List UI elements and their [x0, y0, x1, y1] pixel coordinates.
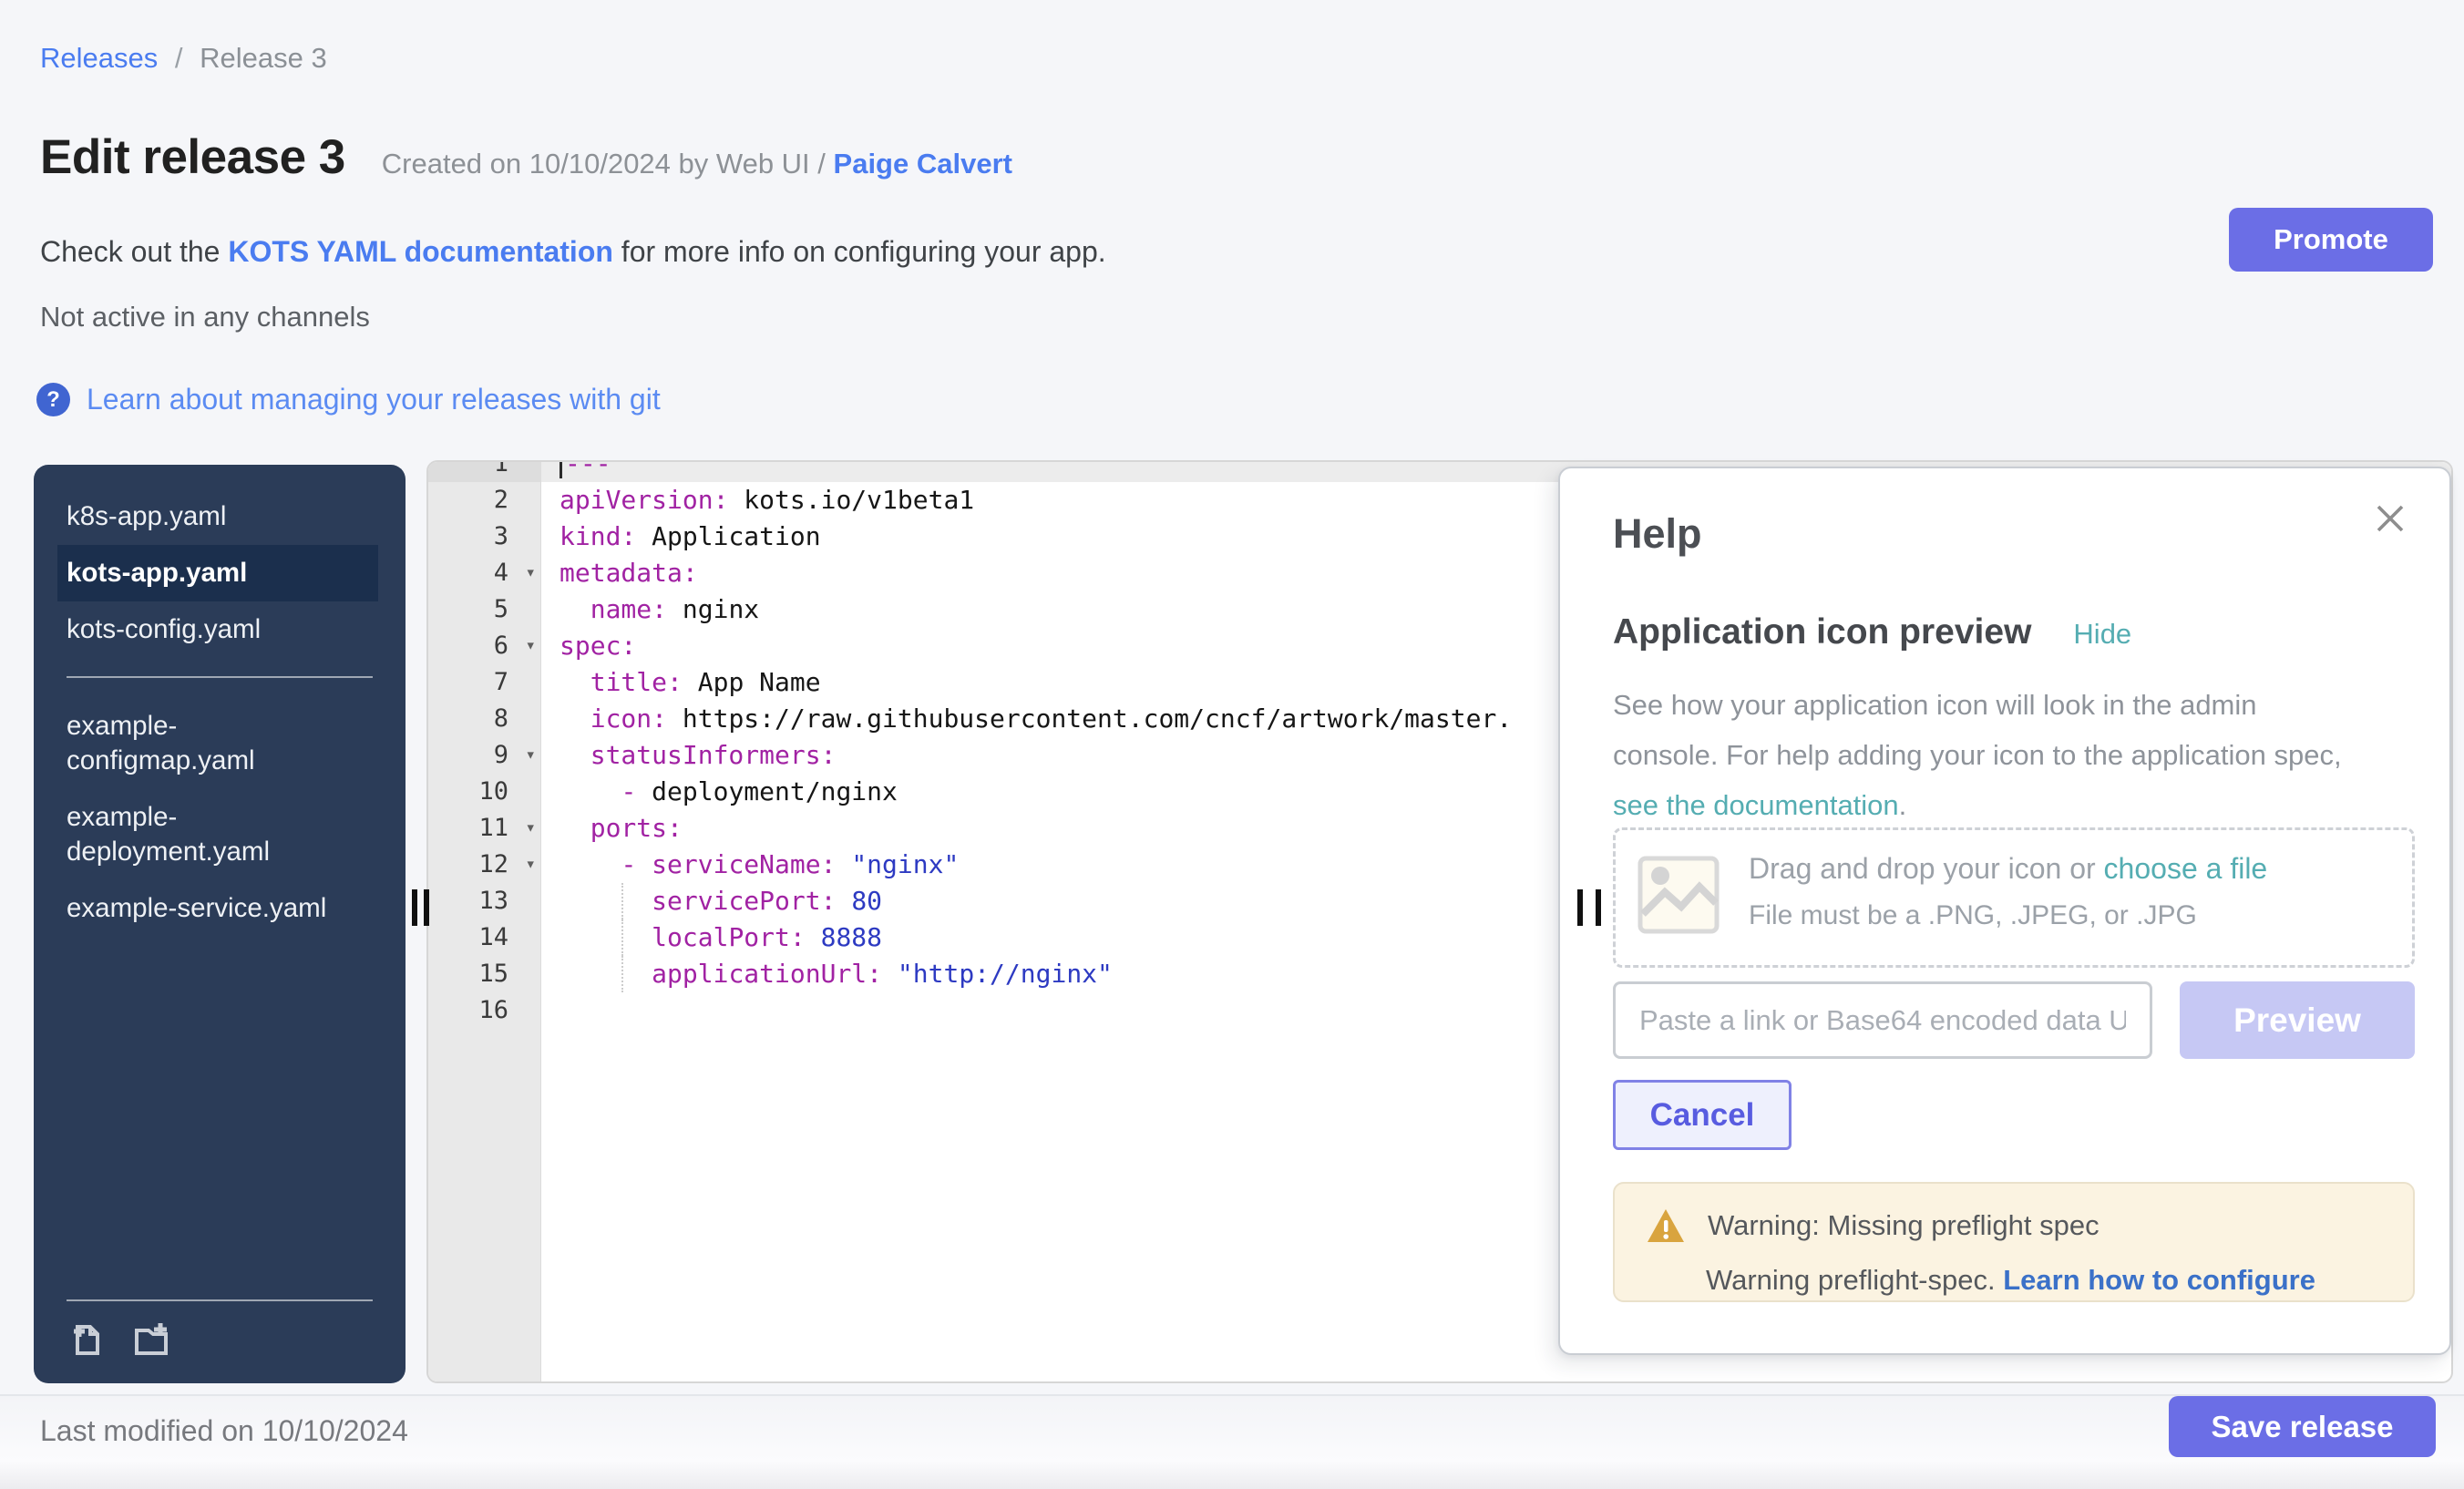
line-number: 11▾	[428, 810, 541, 847]
help-title: Help	[1613, 510, 1702, 558]
preview-button[interactable]: Preview	[2180, 981, 2415, 1059]
preflight-warning: Warning: Missing preflight spec Warning …	[1613, 1182, 2415, 1302]
question-icon: ?	[36, 383, 70, 416]
text-cursor	[560, 460, 562, 478]
line-number: 15	[428, 956, 541, 992]
line-number: 1	[428, 460, 541, 482]
warning-icon	[1646, 1207, 1686, 1244]
choose-file-link[interactable]: choose a file	[2104, 852, 2268, 885]
footer-bar: Last modified on 10/10/2024	[0, 1394, 2464, 1489]
help-panel: Help Application icon preview Hide See h…	[1558, 467, 2451, 1355]
add-folder-icon[interactable]	[132, 1320, 170, 1358]
chevron-down-icon[interactable]: ▾	[526, 736, 536, 773]
release-editor-page: Releases / Release 3 Edit release 3 Crea…	[0, 0, 2464, 1489]
created-info: Created on 10/10/2024 by Web UI / Paige …	[382, 148, 1012, 180]
line-number: 13	[428, 883, 541, 919]
line-number: 8	[428, 701, 541, 737]
channel-status: Not active in any channels	[40, 301, 370, 334]
chevron-down-icon[interactable]: ▾	[526, 554, 536, 590]
line-number: 5	[428, 591, 541, 628]
tree-divider	[67, 676, 373, 678]
file-tree-item[interactable]: kots-app.yaml	[57, 545, 378, 601]
git-help-link[interactable]: Learn about managing your releases with …	[87, 383, 661, 416]
last-modified: Last modified on 10/10/2024	[40, 1414, 408, 1448]
indent-guide	[621, 919, 623, 956]
page-title: Edit release 3	[40, 129, 345, 185]
line-number: 10	[428, 774, 541, 810]
warning-title: Warning: Missing preflight spec	[1708, 1209, 2100, 1242]
warning-body: Warning preflight-spec. Learn how to con…	[1706, 1264, 2413, 1297]
file-tree-item[interactable]: k8s-app.yaml	[34, 488, 406, 545]
add-file-icon[interactable]	[67, 1320, 105, 1358]
hide-link[interactable]: Hide	[2073, 618, 2131, 651]
icon-preview-title: Application icon preview	[1613, 612, 2031, 652]
line-number: 12▾	[428, 847, 541, 883]
file-name: example-configmap.yaml	[67, 709, 340, 778]
breadcrumb-current: Release 3	[200, 42, 327, 74]
file-name: k8s-app.yaml	[67, 499, 226, 534]
file-name: kots-app.yaml	[67, 556, 247, 590]
icon-dropzone[interactable]: Drag and drop your icon or choose a file…	[1613, 827, 2415, 968]
kots-yaml-doc-link[interactable]: KOTS YAML documentation	[228, 235, 613, 268]
icon-preview-description: See how your application icon will look …	[1613, 680, 2342, 830]
indent-guide	[621, 956, 623, 992]
file-tree-item[interactable]: example-configmap.yaml	[34, 698, 406, 789]
doc-hint: Check out the KOTS YAML documentation fo…	[40, 235, 1106, 269]
file-name: example-deployment.yaml	[67, 800, 340, 869]
file-tree-sidebar: k8s-app.yaml kots-app.yaml kots-config.yam…	[34, 465, 406, 1383]
save-release-button[interactable]: Save release	[2169, 1396, 2436, 1457]
file-tree-item[interactable]: example-service.yaml	[34, 880, 406, 937]
cancel-button[interactable]: Cancel	[1613, 1080, 1792, 1150]
line-number: 7	[428, 664, 541, 701]
file-tree-item[interactable]: kots-config.yaml	[34, 601, 406, 658]
chevron-down-icon[interactable]: ▾	[526, 627, 536, 663]
file-name: kots-config.yaml	[67, 612, 261, 647]
file-tree-list: k8s-app.yaml kots-app.yaml kots-config.yam…	[34, 465, 406, 937]
line-number: 3	[428, 519, 541, 555]
indent-guide	[621, 883, 623, 919]
promote-button[interactable]: Promote	[2229, 208, 2433, 272]
file-name: example-service.yaml	[67, 891, 326, 926]
icon-url-input[interactable]	[1613, 981, 2152, 1059]
chevron-down-icon[interactable]: ▾	[526, 846, 536, 882]
editor-help-drag-handle[interactable]	[1596, 889, 1601, 926]
file-tree-footer	[67, 1299, 373, 1383]
learn-configure-link[interactable]: Learn how to configure	[2003, 1264, 2315, 1296]
breadcrumb-separator: /	[175, 42, 183, 74]
tree-editor-drag-handle[interactable]	[424, 889, 429, 926]
editor-help-drag-handle[interactable]	[1577, 889, 1583, 926]
dropzone-text: Drag and drop your icon or choose a file	[1749, 852, 2267, 886]
see-documentation-link[interactable]: see the documentation	[1613, 789, 1899, 821]
dropzone-filetypes: File must be a .PNG, .JPEG, or .JPG	[1749, 900, 2267, 931]
line-number: 2	[428, 482, 541, 519]
close-icon[interactable]	[2371, 499, 2409, 538]
file-tree-item[interactable]: example-deployment.yaml	[34, 789, 406, 880]
chevron-down-icon[interactable]: ▾	[526, 809, 536, 846]
tree-editor-drag-handle[interactable]	[412, 889, 417, 926]
line-number: 14	[428, 919, 541, 956]
created-author-link[interactable]: Paige Calvert	[834, 148, 1012, 180]
line-number: 16	[428, 992, 541, 1029]
line-number: 4▾	[428, 555, 541, 591]
image-placeholder-icon	[1638, 856, 1720, 934]
line-number: 9▾	[428, 737, 541, 774]
line-number: 6▾	[428, 628, 541, 664]
breadcrumb: Releases / Release 3	[40, 42, 327, 75]
breadcrumb-releases-link[interactable]: Releases	[40, 42, 158, 74]
git-help-row[interactable]: ? Learn about managing your releases wit…	[36, 383, 661, 416]
